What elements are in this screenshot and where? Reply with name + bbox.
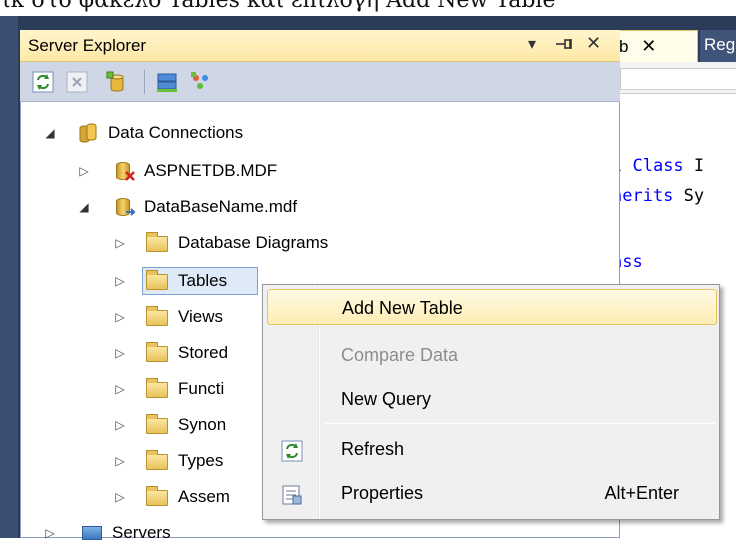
stop-icon[interactable] — [64, 69, 90, 95]
menu-item-add-new-table[interactable]: Add New Table — [267, 289, 717, 325]
folder-icon — [146, 450, 170, 472]
tree-item-label: Data Connections — [108, 123, 244, 142]
menu-item-label: New Query — [341, 389, 432, 409]
servers-icon — [80, 522, 104, 544]
tree-item-views[interactable]: ▷ Views — [112, 302, 223, 332]
toolbar-separator — [144, 70, 145, 94]
expanded-arrow-icon[interactable]: ◢ — [76, 200, 92, 214]
tree-item-label: Functi — [178, 379, 225, 398]
tree-item-label: Types — [178, 451, 224, 470]
collapsed-arrow-icon[interactable]: ▷ — [112, 490, 128, 504]
close-icon[interactable]: ✕ — [641, 36, 656, 56]
collapsed-arrow-icon[interactable]: ▷ — [112, 310, 128, 324]
tree-item-label: Servers — [112, 523, 171, 542]
menu-item-label: Compare Data — [341, 345, 459, 365]
tree-item-synonyms[interactable]: ▷ Synon — [112, 410, 226, 440]
menu-item-label: Add New Table — [342, 298, 463, 318]
panel-title: Server Explorer — [28, 36, 147, 55]
context-menu: Add New Table Compare Data New Query Ref… — [262, 284, 720, 520]
menu-separator — [325, 423, 715, 424]
tree-item-stored-procedures[interactable]: ▷ Stored — [112, 338, 228, 368]
collapsed-arrow-icon[interactable]: ▷ — [112, 382, 128, 396]
tree-item-label: DataBaseName.mdf — [144, 197, 298, 216]
collapsed-arrow-icon[interactable]: ▷ — [112, 418, 128, 432]
member-dropdown[interactable] — [620, 68, 736, 90]
tree-item-tables[interactable]: ▷ Tables — [112, 266, 258, 296]
tree-item-label: Synon — [178, 415, 227, 434]
code-keyword: Class — [632, 156, 684, 176]
editor-navigation-bar — [612, 62, 736, 94]
folder-icon — [146, 306, 170, 328]
tree-item-functions[interactable]: ▷ Functi — [112, 374, 224, 404]
code-keyword: herits — [612, 186, 684, 206]
refresh-icon[interactable] — [30, 69, 56, 95]
menu-item-refresh[interactable]: Refresh — [267, 431, 717, 467]
folder-icon — [146, 270, 170, 292]
ide-left-dock — [0, 16, 18, 538]
server-explorer-titlebar[interactable]: Server Explorer ▾ ✕ — [20, 30, 620, 62]
collapsed-arrow-icon[interactable]: ▷ — [76, 164, 92, 178]
collapsed-arrow-icon[interactable]: ▷ — [112, 274, 128, 288]
connect-to-database-icon[interactable] — [104, 69, 130, 95]
close-icon[interactable]: ✕ — [586, 33, 601, 54]
database-disconnected-icon — [112, 160, 136, 182]
tree-item-label: Tables — [178, 271, 228, 290]
tree-item-aspnetdb[interactable]: ▷ ASPNETDB.MDF — [76, 156, 277, 186]
code-text: Sy — [683, 186, 705, 206]
menu-item-properties[interactable]: Properties Alt+Enter — [267, 475, 717, 511]
folder-icon — [146, 378, 170, 400]
tree-item-servers[interactable]: ▷ Servers — [42, 518, 171, 548]
window-position-dropdown-icon[interactable]: ▾ — [528, 34, 536, 54]
tree-item-databasename[interactable]: ◢ DataBaseName.mdf — [76, 192, 297, 222]
caption-text: ικ στο φάκελο Tables και επιλογή Add New… — [2, 0, 556, 13]
menu-item-compare-data[interactable]: Compare Data — [267, 337, 717, 373]
tab-reg[interactable]: Reg — [700, 30, 736, 62]
tree-item-types[interactable]: ▷ Types — [112, 446, 223, 476]
database-icon — [112, 196, 136, 218]
tree-item-label: ASPNETDB.MDF — [144, 161, 278, 180]
tree-item-assemblies[interactable]: ▷ Assem — [112, 482, 230, 512]
data-connections-icon — [76, 122, 100, 144]
code-line-2: herits Sy — [612, 186, 704, 206]
tables-selected[interactable]: Tables — [142, 267, 258, 295]
menu-item-label: Refresh — [341, 439, 405, 459]
menu-item-label: Properties — [341, 483, 424, 503]
folder-icon — [146, 414, 170, 436]
properties-icon — [281, 482, 303, 505]
expanded-arrow-icon[interactable]: ◢ — [42, 126, 58, 140]
pin-icon[interactable] — [554, 36, 574, 56]
tree-item-database-diagrams[interactable]: ▷ Database Diagrams — [112, 228, 328, 258]
folder-icon — [146, 486, 170, 508]
folder-icon — [146, 232, 170, 254]
tab-document[interactable]: b ✕ — [612, 30, 698, 62]
menu-item-new-query[interactable]: New Query — [267, 381, 717, 417]
tree-item-label: Views — [178, 307, 224, 326]
tab-document-label: b — [619, 37, 629, 56]
folder-icon — [146, 342, 170, 364]
connect-to-server-icon[interactable] — [154, 69, 180, 95]
code-text: I — [683, 156, 705, 176]
tree-item-data-connections[interactable]: ◢ Data Connections — [42, 118, 243, 148]
refresh-icon — [281, 438, 303, 462]
code-line-1: l Class I — [612, 156, 704, 176]
tree-item-label: Assem — [178, 487, 230, 506]
sharepoint-icon[interactable] — [188, 69, 214, 95]
collapsed-arrow-icon[interactable]: ▷ — [112, 346, 128, 360]
collapsed-arrow-icon[interactable]: ▷ — [112, 236, 128, 250]
tree-item-label: Database Diagrams — [178, 233, 329, 252]
server-explorer-toolbar — [20, 62, 620, 102]
menu-item-shortcut: Alt+Enter — [604, 483, 679, 503]
collapsed-arrow-icon[interactable]: ▷ — [112, 454, 128, 468]
tree-item-label: Stored — [178, 343, 229, 362]
